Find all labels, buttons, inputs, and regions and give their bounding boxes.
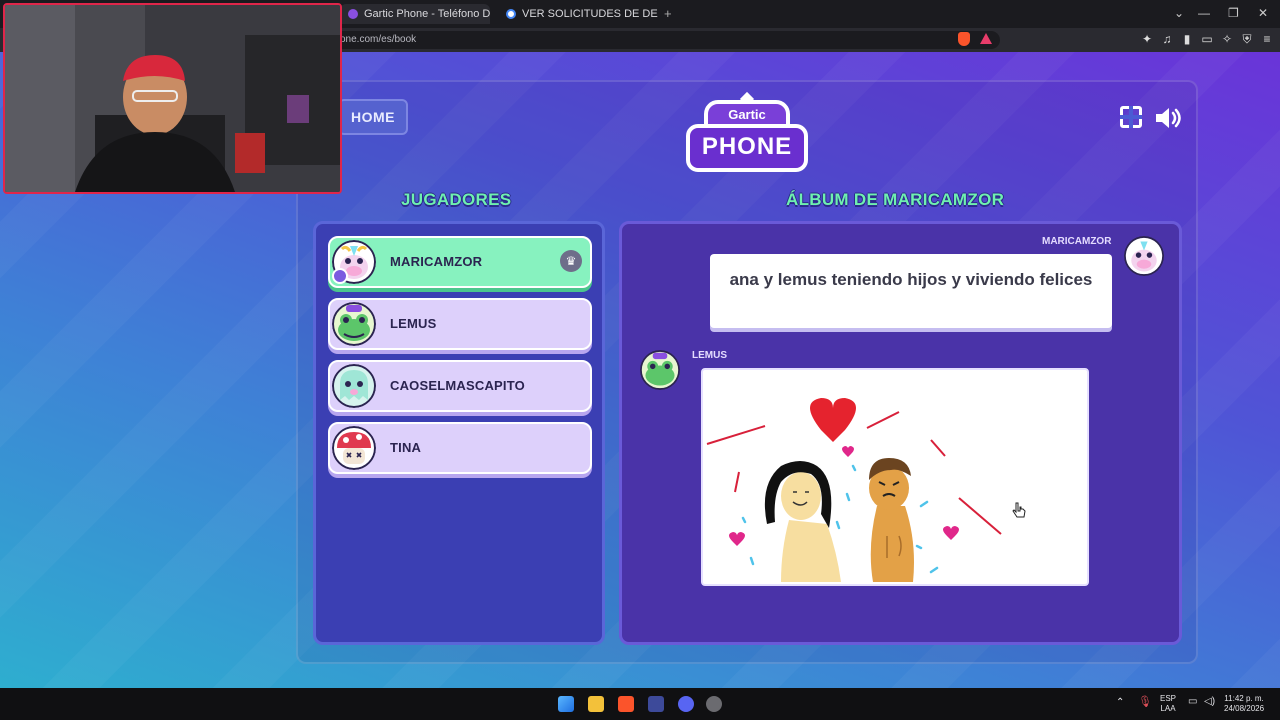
maximize-button[interactable]: ❐ <box>1228 6 1239 20</box>
minimize-button[interactable]: — <box>1198 6 1210 20</box>
gartic-phone-logo: Gartic PHONE <box>686 91 808 174</box>
brush-stroke <box>706 425 766 445</box>
tray-chevron-icon[interactable]: ⌃ <box>1116 698 1124 708</box>
crown-icon: ♛ <box>560 250 582 272</box>
media-icon[interactable]: ♫ <box>1160 32 1174 46</box>
fullscreen-icon[interactable] <box>1120 106 1142 128</box>
brush-stroke <box>930 439 946 457</box>
tab-desbaneo[interactable]: VER SOLICITUDES DE DESBANEO EN <box>498 4 658 24</box>
webcam-overlay <box>3 3 342 194</box>
player-name: TINA <box>390 440 422 455</box>
windows-taskbar: ⌃ 🎙 ESP LAA ▭ ◁) 11:42 p. m. 24/08/2026 <box>0 688 1280 720</box>
entry-author: MARICAMZOR <box>1042 236 1112 247</box>
player-row[interactable]: CAOSELMASCAPITO <box>328 360 592 412</box>
phrase-bubble: ana y lemus teniendo hijos y viviendo fe… <box>710 254 1112 328</box>
figure-ana <box>781 520 841 582</box>
start-windows-icon[interactable] <box>558 696 574 712</box>
new-tab-button[interactable]: + <box>664 6 672 21</box>
entry-author: LEMUS <box>692 350 727 361</box>
frog-avatar-icon <box>332 302 376 346</box>
keyboard-layout: LAA <box>1160 704 1176 713</box>
ghost-avatar-icon <box>332 364 376 408</box>
url-text: one.com/es/book <box>340 34 417 45</box>
clock[interactable]: 11:42 p. m. 24/08/2026 <box>1224 694 1264 714</box>
small-heart <box>842 446 854 457</box>
figure-ana-head <box>781 472 821 520</box>
file-explorer-icon[interactable] <box>588 696 604 712</box>
players-title: JUGADORES <box>401 190 512 209</box>
player-row[interactable]: TINA <box>328 422 592 474</box>
vpn-shield-icon[interactable]: ⛨ <box>1240 32 1254 46</box>
google-favicon-icon <box>506 9 516 19</box>
album-panel: MARICAMZOR ana y lemus teniendo hijos y … <box>619 221 1182 645</box>
menu-icon[interactable]: ≡ <box>1260 32 1274 46</box>
brave-shields-icon[interactable] <box>958 32 970 46</box>
heart-shape <box>810 398 856 442</box>
url-field[interactable]: one.com/es/book <box>330 31 1000 49</box>
clock-time: 11:42 p. m. <box>1224 694 1264 703</box>
webcam-feed <box>5 5 340 192</box>
brave-browser-icon[interactable] <box>618 696 634 712</box>
tab-title: VER SOLICITUDES DE DESBANEO EN <box>522 8 658 20</box>
you-badge-icon <box>332 268 348 284</box>
brush-stroke <box>958 497 1002 535</box>
player-row-host[interactable]: MARICAMZOR ♛ <box>328 236 592 288</box>
wallet-icon[interactable]: ▭ <box>1200 32 1214 46</box>
small-heart <box>943 526 959 540</box>
album-title: ÁLBUM DE MARICAMZOR <box>786 190 1005 209</box>
brave-rewards-icon[interactable] <box>980 33 992 44</box>
brush-stroke <box>734 471 740 493</box>
player-name: MARICAMZOR <box>390 254 483 269</box>
player-row[interactable]: LEMUS <box>328 298 592 350</box>
sidebar-icon[interactable]: ▮ <box>1180 32 1194 46</box>
speaker-icon[interactable]: ◁) <box>1204 697 1215 707</box>
microphone-icon[interactable]: 🎙 <box>1138 697 1152 708</box>
player-name: CAOSELMASCAPITO <box>390 378 525 393</box>
player-drawing <box>701 368 1089 586</box>
unicorn-cow-avatar-icon <box>1124 236 1164 276</box>
home-button[interactable]: HOME <box>338 99 408 135</box>
network-icon[interactable]: ▭ <box>1188 697 1197 707</box>
clock-date: 24/08/2026 <box>1224 704 1265 713</box>
tab-gartic-phone[interactable]: Gartic Phone - Teléfono Descom ✕ <box>340 4 490 24</box>
hand-cursor-icon <box>1012 502 1026 518</box>
frog-avatar-icon <box>640 350 680 390</box>
leo-ai-icon[interactable]: ✧ <box>1220 32 1234 46</box>
drawing-canvas <box>706 398 1002 582</box>
gartic-favicon-icon <box>348 9 358 19</box>
extensions-icon[interactable]: ✦ <box>1140 32 1154 46</box>
small-heart <box>729 532 745 546</box>
mushroom-avatar-icon <box>332 426 376 470</box>
players-panel: MARICAMZOR ♛ LEMUS CAOSELMASCAPITO TINA <box>313 221 605 645</box>
language-indicator[interactable]: ESP LAA <box>1160 694 1176 714</box>
logo-bottom-text: PHONE <box>686 124 808 172</box>
brush-stroke <box>866 411 900 429</box>
game-controller-icon[interactable] <box>648 696 664 712</box>
obs-studio-icon[interactable] <box>706 696 722 712</box>
language-code: ESP <box>1160 694 1177 703</box>
volume-icon[interactable] <box>1154 106 1182 130</box>
tab-title: Gartic Phone - Teléfono Descom <box>364 8 490 20</box>
close-window-button[interactable]: ✕ <box>1258 6 1268 20</box>
figure-lemus <box>870 506 914 582</box>
tab-search-chevron-icon[interactable]: ⌄ <box>1174 6 1184 20</box>
discord-icon[interactable] <box>678 696 694 712</box>
player-name: LEMUS <box>390 316 437 331</box>
